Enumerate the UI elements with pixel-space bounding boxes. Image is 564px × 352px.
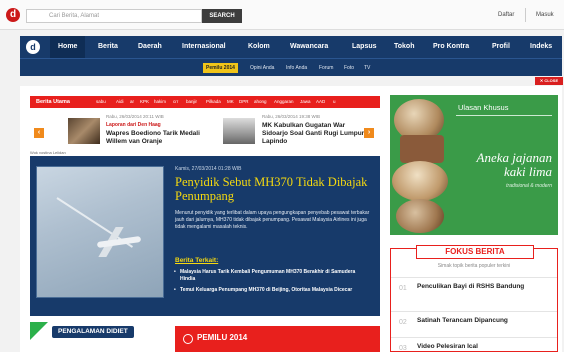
subnav-pemilu-2014[interactable]: Pemilu 2014 (203, 63, 238, 73)
close-ad-button[interactable]: ✕ CLOSE (535, 77, 563, 85)
food-image (396, 199, 444, 233)
ulasan-khusus-ad[interactable]: Ulasan Khusus Aneka jajanan kaki lima tr… (390, 95, 558, 235)
carousel-thumbnail[interactable] (223, 118, 255, 144)
fokus-list-item[interactable]: 01 Penculikan Bayi di RSHS Bandung (391, 277, 557, 301)
related-link[interactable]: Temui Keluarga Penumpang MH370 di Beijin… (174, 287, 370, 294)
subnav-info-anda[interactable]: Info Anda (286, 63, 307, 73)
featured-date: Kamis, 27/03/2014 01:28 WIB (175, 166, 242, 172)
topic-tag[interactable]: MK (227, 96, 234, 108)
related-link[interactable]: Malaysia Harus Tarik Kembali Pengumuman … (174, 269, 370, 283)
fokus-list-item[interactable]: 02 Satinah Terancam Dipancung (391, 311, 557, 335)
subnav-foto[interactable]: Foto (344, 63, 354, 73)
top-divider (525, 8, 526, 22)
item-title[interactable]: Satinah Terancam Dipancung (417, 316, 553, 325)
carousel-date: Rabu, 26/03/2014 20:11 WIB (106, 114, 164, 119)
topic-tag[interactable]: Pilkada (206, 96, 221, 108)
pemilu-2014-label: PEMILU 2014 (197, 333, 248, 342)
related-label: Berita Terkait: (175, 257, 219, 264)
carousel-date: Rabu, 26/03/2014 19:38 WIB (262, 114, 321, 119)
berita-utama-label: Berita Utama (36, 99, 70, 105)
nav-item-home[interactable]: Home (50, 36, 86, 58)
nav-item-pro-kontra[interactable]: Pro Kontra (433, 36, 469, 58)
subnav-tv[interactable]: TV (364, 63, 370, 73)
featured-image[interactable] (36, 166, 164, 298)
topic-tag[interactable]: u (333, 96, 336, 108)
item-title[interactable]: Video Pelesiran Ical (417, 342, 553, 351)
ad-divider (456, 115, 552, 116)
nav-item-lapsus[interactable]: Lapsus (352, 36, 377, 58)
carousel-title[interactable]: Wapres Boediono Tarik Medali Willem van … (106, 130, 216, 146)
ad-title: Ulasan Khusus (458, 103, 509, 112)
topic-tag[interactable]: KPK (140, 96, 149, 108)
food-image (392, 161, 448, 201)
carousel-next-button[interactable]: › (364, 128, 374, 138)
carousel-category: Laporan dari Den Haag (106, 122, 161, 128)
topic-tag[interactable]: ahong (254, 96, 267, 108)
topic-tag[interactable]: hakim (154, 96, 166, 108)
nav-item-internasional[interactable]: Internasional (182, 36, 226, 58)
search-input[interactable]: Cari Berita, Alamat (26, 9, 202, 23)
daftar-link[interactable]: Daftar (498, 12, 514, 18)
nav-item-wawancara[interactable]: Wawancara (290, 36, 328, 58)
nav-item-profil[interactable]: Profil (492, 36, 510, 58)
carousel-prev-button[interactable]: ‹ (34, 128, 44, 138)
carousel-cut-text: Wok vostina Lelidan (30, 150, 66, 155)
fokus-berita-box: FOKUS BERITA Simak topik berita populer … (390, 245, 558, 352)
subnav-forum[interactable]: Forum (319, 63, 333, 73)
berita-utama-bar: Berita Utama sabu Aidi ar KPK hakim crr … (30, 96, 380, 108)
topic-tag[interactable]: AAD (316, 96, 325, 108)
main-nav: d Home Berita Daerah Internasional Kolom… (20, 36, 562, 58)
topic-tag[interactable]: ar (130, 96, 134, 108)
green-corner-shape (30, 322, 48, 340)
fokus-berita-subtitle: Simak topik berita populer terkini (437, 263, 511, 269)
sub-nav: Pemilu 2014 Opini Anda Info Anda Forum F… (20, 58, 562, 76)
pengalaman-didiet-label[interactable]: PENGALAMAN DIDIET (52, 326, 134, 338)
nav-item-berita[interactable]: Berita (98, 36, 118, 58)
subnav-opini-anda[interactable]: Opini Anda (250, 63, 274, 73)
featured-title[interactable]: Penyidik Sebut MH370 Tidak Dibajak Penum… (175, 175, 370, 203)
fokus-berita-title: FOKUS BERITA (416, 245, 534, 259)
nav-logo[interactable]: d (26, 40, 40, 54)
top-bar: d Cari Berita, Alamat SEARCH Daftar Masu… (0, 0, 564, 30)
topic-tag[interactable]: sabu (96, 96, 106, 108)
featured-story: Kamis, 27/03/2014 01:28 WIB Penyidik Seb… (30, 156, 380, 316)
item-number: 02 (399, 319, 407, 326)
headline-carousel: ‹ Rabu, 26/03/2014 20:11 WIB Laporan dar… (30, 108, 380, 156)
topic-tag[interactable]: Aidi (116, 96, 124, 108)
pemilu-icon (183, 334, 193, 344)
item-title[interactable]: Penculikan Bayi di RSHS Bandung (417, 282, 553, 291)
ad-headline: Aneka jajanan kaki lima (476, 150, 552, 179)
item-number: 03 (399, 345, 407, 352)
masuk-link[interactable]: Masuk (536, 12, 554, 18)
item-number: 01 (399, 285, 407, 292)
nav-item-indeks[interactable]: Indeks (530, 36, 552, 58)
topic-tag[interactable]: banjir (186, 96, 197, 108)
search-button[interactable]: SEARCH (202, 9, 242, 23)
topic-tag[interactable]: crr (173, 96, 178, 108)
pemilu-2014-box[interactable]: PEMILU 2014 (175, 326, 380, 352)
nav-item-tokoh[interactable]: Tokoh (394, 36, 414, 58)
carousel-thumbnail[interactable] (68, 118, 100, 144)
page: d Cari Berita, Alamat SEARCH Daftar Masu… (0, 0, 564, 352)
topic-tag[interactable]: Jawa (300, 96, 311, 108)
carousel-title[interactable]: MK Kabulkan Gugatan War Sidoarjo Soal Ga… (262, 122, 372, 146)
site-logo[interactable]: d (6, 8, 20, 22)
nav-item-kolom[interactable]: Kolom (248, 36, 270, 58)
fokus-list-item[interactable]: 03 Video Pelesiran Ical (391, 337, 557, 352)
food-image (400, 135, 444, 163)
featured-body: Menurut penyidik yang terlibat dalam upa… (175, 210, 370, 230)
topic-tag[interactable]: DPR (239, 96, 249, 108)
topic-tag[interactable]: Anggaran (274, 96, 294, 108)
nav-item-daerah[interactable]: Daerah (138, 36, 162, 58)
ad-subtitle: tradisional & modern (506, 183, 552, 189)
